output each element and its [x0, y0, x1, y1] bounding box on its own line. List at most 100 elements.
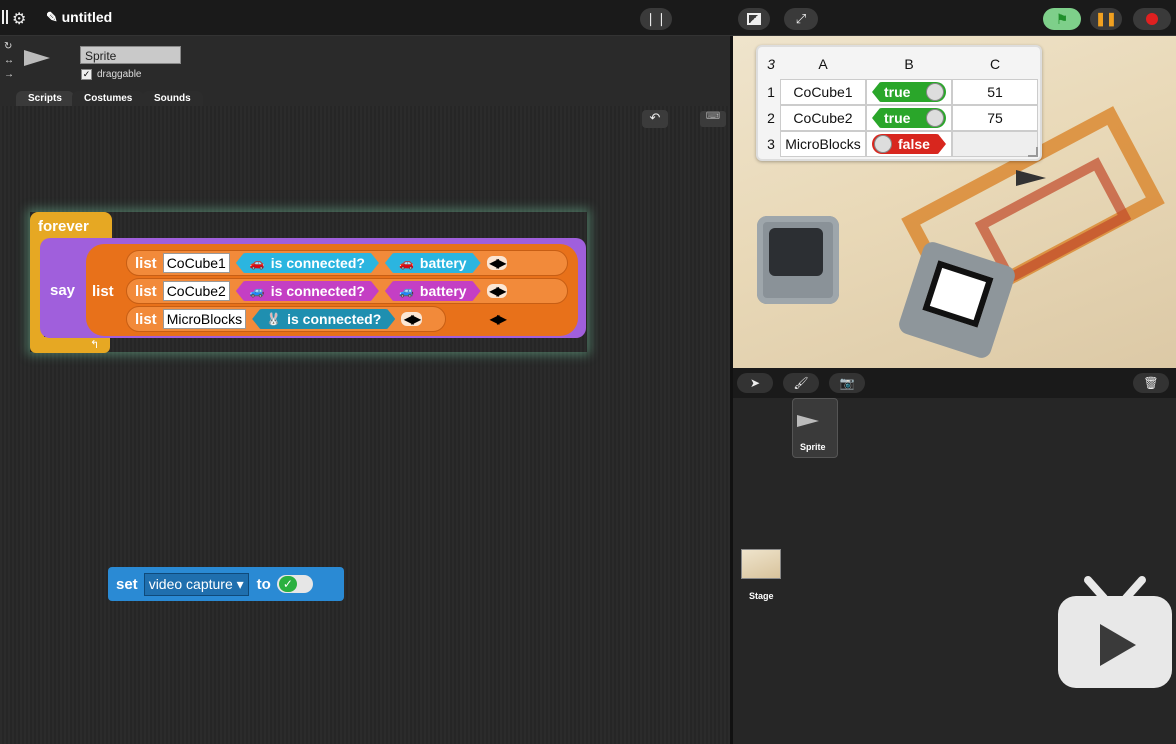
- to-label: to: [256, 575, 271, 593]
- list-label: list: [135, 310, 157, 328]
- undo-button[interactable]: ↶: [642, 110, 668, 128]
- tab-scripts[interactable]: Scripts: [16, 91, 74, 107]
- stage-thumb-label: Stage: [749, 591, 774, 601]
- microblocks-icon: 🐰: [266, 312, 282, 326]
- rotation-style-buttons[interactable]: ↻ ↔ →: [4, 40, 14, 82]
- stage-size-button[interactable]: [738, 8, 770, 30]
- loop-arrow-icon: ↰: [90, 339, 100, 351]
- paint-sprite-button[interactable]: 🖌: [783, 373, 819, 393]
- left-right-icon[interactable]: ↔: [4, 54, 14, 68]
- forever-block[interactable]: forever ↰ say list list CoCube1 🚗 is con…: [30, 212, 587, 353]
- sprite-costume-arrow-icon: [24, 50, 50, 66]
- normal-stage-icon: [747, 13, 761, 25]
- battery-label: battery: [419, 255, 467, 271]
- table-corner: 3: [767, 56, 775, 72]
- list-arrows-icon[interactable]: ◀▶: [486, 256, 508, 270]
- table-cell[interactable]: CoCube1: [780, 79, 866, 105]
- trash-icon: 🗑: [1143, 376, 1159, 390]
- cocube-icon: 🚗: [249, 256, 265, 270]
- keyboard-entry-button[interactable]: ⌨: [700, 111, 726, 127]
- green-flag-icon: ⚑: [1055, 10, 1069, 27]
- list-row-cocube2[interactable]: list CoCube2 🚙 is connected? 🚙 battery ◀…: [126, 278, 568, 304]
- is-connected-label: is connected?: [287, 311, 382, 327]
- logo-icon[interactable]: [2, 10, 8, 24]
- column-header-a: A: [818, 56, 828, 72]
- pause-button[interactable]: ❚❚: [1090, 8, 1122, 30]
- pause-icon: ❚❚: [1095, 11, 1117, 26]
- table-cell[interactable]: 51: [952, 79, 1038, 105]
- stop-icon: [1146, 13, 1158, 25]
- name-slot[interactable]: MicroBlocks: [162, 309, 247, 329]
- row-index: 2: [767, 110, 775, 126]
- table-cell[interactable]: CoCube2: [780, 105, 866, 131]
- say-label: say: [50, 282, 76, 299]
- table-cell-bool[interactable]: false: [866, 131, 952, 157]
- cocube-icon: 🚗: [398, 256, 414, 270]
- draggable-checkbox[interactable]: ✓: [81, 69, 92, 80]
- add-turtle-sprite-button[interactable]: ➤: [737, 373, 773, 393]
- sprite-name-field[interactable]: Sprite: [80, 46, 181, 64]
- turtle-arrow-icon: ➤: [749, 376, 761, 390]
- brush-icon: 🖌: [793, 376, 809, 390]
- battery-reporter[interactable]: 🚙 battery: [385, 281, 481, 301]
- list-reporter-outer[interactable]: list list CoCube1 🚗 is connected? 🚗 batt…: [86, 244, 578, 336]
- stage-thumbnail[interactable]: [741, 549, 781, 579]
- turbo-button[interactable]: ❘❘: [640, 8, 672, 30]
- table-cell-bool[interactable]: true: [866, 79, 952, 105]
- trash-button[interactable]: 🗑: [1133, 373, 1169, 393]
- undo-icon: ↶: [649, 110, 661, 125]
- check-icon: ✓: [278, 576, 297, 592]
- list-row-cocube1[interactable]: list CoCube1 🚗 is connected? 🚗 battery ◀…: [126, 250, 568, 276]
- setting-dropdown[interactable]: video capture ▾: [143, 572, 249, 596]
- list-arrows-icon[interactable]: ◀▶: [486, 284, 508, 298]
- camera-sprite-button[interactable]: 📷: [829, 373, 865, 393]
- camera-icon: 📷: [839, 376, 855, 390]
- sprite-arrow-icon[interactable]: [1016, 170, 1046, 186]
- is-connected-predicate[interactable]: 🚗 is connected?: [236, 253, 379, 273]
- is-connected-predicate[interactable]: 🐰 is connected?: [252, 309, 395, 329]
- row-index: 1: [767, 84, 775, 100]
- forever-bottom: ↰: [30, 337, 110, 353]
- tv-play-watermark-icon: [1058, 576, 1172, 688]
- is-connected-label: is connected?: [270, 283, 365, 299]
- snap-editor: ⚙ ✎ untitled ❘❘ ⤢ ⚑ ❚❚ ↻ ↔ → Sprite ✓ dr…: [0, 0, 1176, 744]
- tab-costumes[interactable]: Costumes: [72, 91, 145, 107]
- rotate-icon[interactable]: ↻: [4, 40, 14, 54]
- table-cell-bool[interactable]: true: [866, 105, 952, 131]
- is-connected-predicate[interactable]: 🚙 is connected?: [236, 281, 379, 301]
- say-block[interactable]: say list list CoCube1 🚗 is connected? 🚗 …: [40, 238, 586, 338]
- corral-bar: ➤ 🖌 📷 🗑: [733, 368, 1176, 398]
- set-video-capture-block[interactable]: set video capture ▾ to ✓: [108, 567, 344, 601]
- top-bar: ⚙ ✎ untitled ❘❘ ⤢ ⚑ ❚❚: [0, 0, 1176, 36]
- scripts-area[interactable]: [0, 106, 730, 744]
- tab-sounds[interactable]: Sounds: [142, 91, 203, 107]
- true-boolean: true: [872, 82, 946, 102]
- list-row-microblocks[interactable]: list MicroBlocks 🐰 is connected? ◀▶: [126, 306, 446, 332]
- table-cell[interactable]: 75: [952, 105, 1038, 131]
- column-header-c: C: [989, 56, 1001, 72]
- stop-button[interactable]: [1133, 8, 1171, 30]
- name-slot[interactable]: CoCube1: [162, 253, 230, 273]
- false-boolean: false: [872, 134, 946, 154]
- sprite-info-bar: ↻ ↔ → Sprite ✓ draggable Scripts Costume…: [0, 36, 732, 107]
- list-arrows-icon[interactable]: ◀▶: [401, 312, 422, 326]
- row-index: 3: [767, 136, 775, 152]
- sprite-arrow-icon: [797, 415, 819, 427]
- no-rotate-icon[interactable]: →: [4, 68, 14, 82]
- name-slot[interactable]: CoCube2: [162, 281, 230, 301]
- table-cell[interactable]: [952, 131, 1038, 157]
- true-boolean: true: [872, 108, 946, 128]
- footprints-icon: ❘❘: [645, 11, 667, 26]
- resize-handle-icon[interactable]: [1028, 147, 1038, 157]
- outer-list-arrows-icon[interactable]: ◀▶: [490, 312, 507, 326]
- green-flag-button[interactable]: ⚑: [1043, 8, 1081, 30]
- set-label: set: [116, 575, 138, 593]
- presentation-mode-button[interactable]: ⤢: [784, 8, 818, 30]
- battery-reporter[interactable]: 🚗 battery: [385, 253, 481, 273]
- boolean-toggle[interactable]: ✓: [276, 575, 313, 593]
- toggle-knob: [874, 135, 892, 153]
- table-view[interactable]: 3 A B C 1 CoCube1 true 51 2 CoCube2 true…: [756, 45, 1042, 161]
- toggle-knob: [926, 83, 944, 101]
- table-cell[interactable]: MicroBlocks: [780, 131, 866, 157]
- gear-icon[interactable]: ⚙: [12, 9, 26, 29]
